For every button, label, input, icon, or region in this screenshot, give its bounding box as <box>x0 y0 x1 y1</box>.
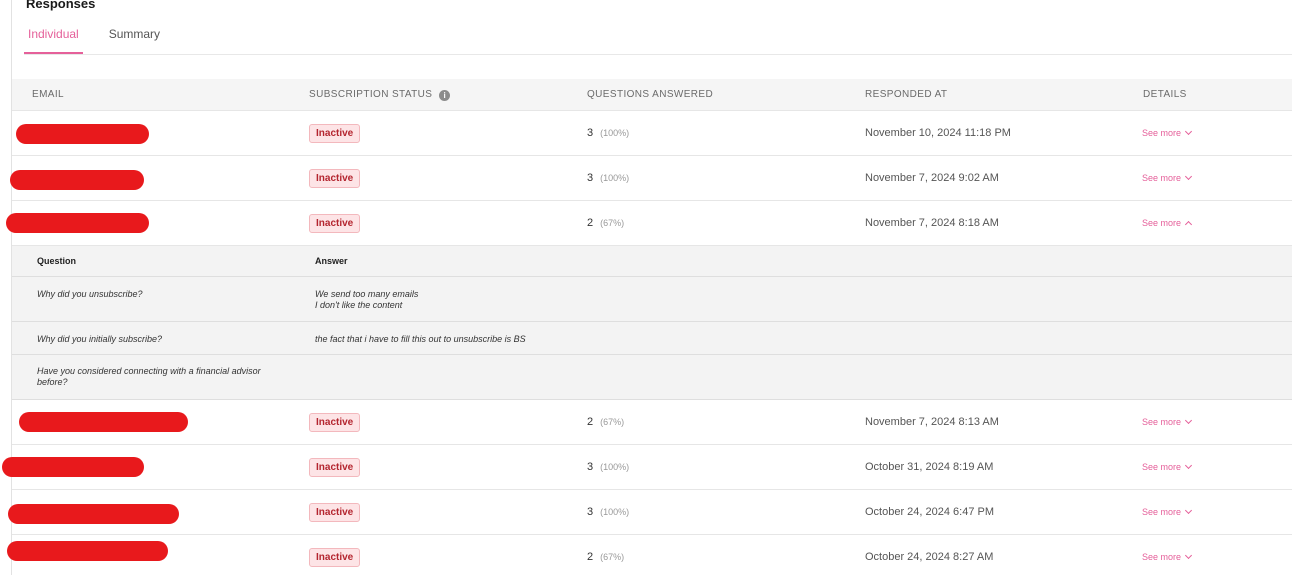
see-more-label: See more <box>1142 218 1182 228</box>
table-row: Inactive 3 (100%) November 10, 2024 11:18… <box>12 111 1292 156</box>
email-redacted <box>6 213 149 233</box>
questions-answered-percent: (67%) <box>600 417 625 427</box>
table-row: Inactive 2 (67%) November 7, 2024 8:18 AM… <box>6 201 1292 246</box>
questions-answered-count: 2 <box>587 551 594 563</box>
email-redacted <box>10 170 144 190</box>
info-icon[interactable]: i <box>439 90 451 101</box>
column-header-subscription-status: SUBSCRIPTION STATUS i <box>309 79 451 111</box>
details-answer-line: We send too many emails <box>315 289 419 299</box>
tab-bar: Individual Summary <box>24 24 186 54</box>
status-badge: Inactive <box>309 168 361 188</box>
questions-answered-count: 3 <box>587 172 594 184</box>
response-details: Question Answer Why did you unsubscribe?… <box>12 246 1292 400</box>
questions-answered-percent: (67%) <box>600 218 625 228</box>
email-redacted <box>7 541 168 561</box>
status-badge: Inactive <box>309 213 361 233</box>
see-more-link[interactable]: See more <box>1142 461 1193 472</box>
responded-at: November 7, 2024 8:18 AM <box>865 217 999 229</box>
email-redacted <box>8 504 179 524</box>
status-badge: Inactive <box>309 547 361 567</box>
chevron-down-icon <box>1184 461 1193 470</box>
questions-answered-count: 3 <box>587 127 594 139</box>
details-item: Why did you initially subscribe? the fac… <box>12 322 1292 355</box>
see-more-link[interactable]: See more <box>1142 416 1193 427</box>
responded-at: October 24, 2024 8:27 AM <box>865 551 994 563</box>
see-more-label: See more <box>1142 173 1182 183</box>
chevron-down-icon <box>1184 127 1193 136</box>
details-answer-header: Answer <box>315 256 348 266</box>
tabs-divider <box>24 54 1292 55</box>
responded-at: October 31, 2024 8:19 AM <box>865 461 994 473</box>
details-answer-line: the fact that i have to fill this out to… <box>315 334 526 344</box>
table-row: Inactive 3 (100%) October 31, 2024 8:19 A… <box>2 445 1292 490</box>
details-answer-line: I don't like the content <box>315 300 403 310</box>
see-more-label: See more <box>1142 417 1182 427</box>
see-more-link[interactable]: See more <box>1142 172 1193 183</box>
tab-summary[interactable]: Summary <box>105 24 164 54</box>
table-row: Inactive 3 (100%) October 24, 2024 6:47 P… <box>8 490 1292 535</box>
email-redacted <box>2 457 144 477</box>
questions-answered-count: 2 <box>587 416 594 428</box>
see-less-link[interactable]: See more <box>1142 218 1193 229</box>
chevron-down-icon <box>1184 416 1193 425</box>
details-header: Question Answer <box>12 246 1292 277</box>
details-answer: the fact that i have to fill this out to… <box>315 334 526 345</box>
details-item: Have you considered connecting with a fi… <box>12 355 1292 400</box>
questions-answered-percent: (67%) <box>600 552 625 562</box>
tab-individual[interactable]: Individual <box>24 24 83 54</box>
see-more-link[interactable]: See more <box>1142 506 1193 517</box>
table-row: Inactive 3 (100%) November 7, 2024 9:02 A… <box>10 156 1292 201</box>
status-badge: Inactive <box>309 502 361 522</box>
responded-at: November 10, 2024 11:18 PM <box>865 127 1011 139</box>
chevron-down-icon <box>1184 506 1193 515</box>
see-more-label: See more <box>1142 128 1182 138</box>
column-header-details: DETAILS <box>1143 89 1187 100</box>
questions-answered-percent: (100%) <box>600 173 630 183</box>
chevron-down-icon <box>1184 172 1193 181</box>
column-header-subscription-status-label: SUBSCRIPTION STATUS <box>309 89 433 100</box>
column-header-email: EMAIL <box>32 89 65 100</box>
see-more-label: See more <box>1142 507 1182 517</box>
responses-table: EMAIL SUBSCRIPTION STATUS i QUESTIONS ANS… <box>2 79 1292 575</box>
email-redacted <box>16 124 149 144</box>
responded-at: November 7, 2024 8:13 AM <box>865 416 999 428</box>
column-header-responded-at: RESPONDED AT <box>865 89 948 100</box>
see-more-label: See more <box>1142 462 1182 472</box>
table-header: EMAIL SUBSCRIPTION STATUS i QUESTIONS ANS… <box>12 79 1292 111</box>
details-question: Why did you unsubscribe? <box>37 289 143 299</box>
questions-answered-percent: (100%) <box>600 128 630 138</box>
see-more-link[interactable]: See more <box>1142 127 1193 138</box>
page-title: Responses <box>26 0 96 11</box>
details-answer: We send too many emails I don't like the… <box>315 289 418 311</box>
status-badge: Inactive <box>309 457 361 477</box>
details-question: Why did you initially subscribe? <box>37 334 163 344</box>
see-more-link[interactable]: See more <box>1142 551 1193 562</box>
responded-at: October 24, 2024 6:47 PM <box>865 506 995 518</box>
questions-answered-percent: (100%) <box>600 507 630 517</box>
table-row: Inactive 2 (67%) November 7, 2024 8:13 AM… <box>12 400 1292 445</box>
details-question-header: Question <box>37 256 77 266</box>
see-more-label: See more <box>1142 552 1182 562</box>
details-item: Why did you unsubscribe? We send too man… <box>12 277 1292 322</box>
questions-answered-count: 2 <box>587 217 594 229</box>
table-row: Inactive 2 (67%) October 24, 2024 8:27 AM… <box>7 535 1292 575</box>
questions-answered-count: 3 <box>587 461 594 473</box>
questions-answered-percent: (100%) <box>600 462 630 472</box>
email-redacted <box>19 412 188 432</box>
column-header-questions-answered: QUESTIONS ANSWERED <box>587 89 714 100</box>
chevron-up-icon <box>1184 220 1193 229</box>
responded-at: November 7, 2024 9:02 AM <box>865 172 999 184</box>
questions-answered-count: 3 <box>587 506 594 518</box>
status-badge: Inactive <box>309 123 361 143</box>
chevron-down-icon <box>1184 551 1193 560</box>
details-question: Have you considered connecting with a fi… <box>37 366 261 387</box>
status-badge: Inactive <box>309 412 361 432</box>
